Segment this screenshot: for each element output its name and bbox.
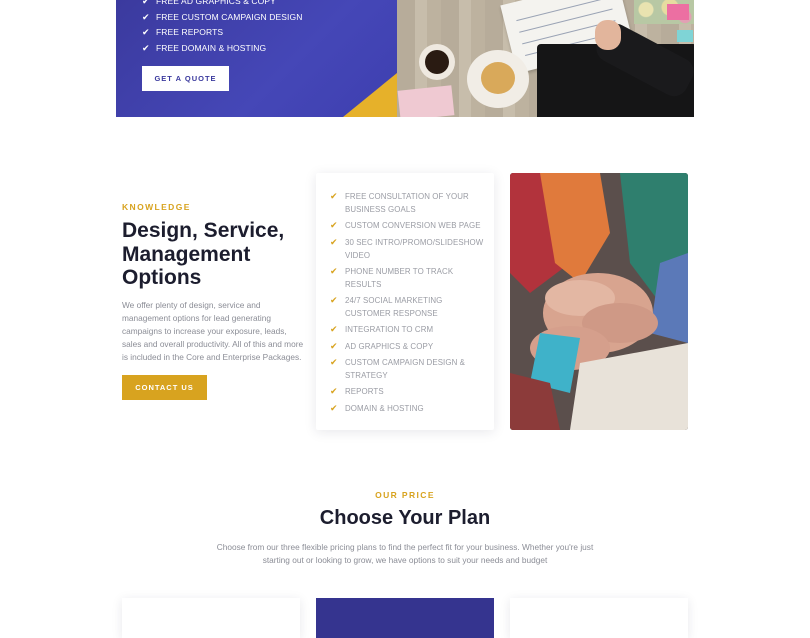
feature-label: REPORTS [345,387,384,397]
feature-label: CUSTOM CONVERSION WEB PAGE [345,221,481,231]
check-icon: ✔ [142,42,150,53]
feature-label: PHONE NUMBER TO TRACK RESULTS [345,266,454,289]
hero-features-panel: ✔ FREE AD GRAPHICS & COPY ✔ FREE CUSTOM CA… [116,0,397,117]
list-item: ✔ CUSTOM CAMPAIGN DESIGN & STRATEGY [330,356,490,382]
section-description: We offer plenty of design, service and m… [122,300,304,362]
hero-feature-label: FREE CUSTOM CAMPAIGN DESIGN [156,11,303,22]
check-icon: ✔ [142,0,150,6]
check-icon: ✔ [330,265,338,276]
list-item: ✔ FREE REPORTS [142,25,302,41]
check-icon: ✔ [330,402,338,413]
list-item: ✔ 30 SEC INTRO/PROMO/SLIDESHOW VIDEO [330,236,490,262]
section-description: Choose from our three flexible pricing p… [216,542,594,565]
list-item: ✔ FREE AD GRAPHICS & COPY [142,0,302,10]
check-icon: ✔ [330,324,338,335]
list-item: ✔ 24/7 SOCIAL MARKETING CUSTOMER RESPONSE [330,294,490,320]
feature-list: ✔ FREE CONSULTATION OF YOUR BUSINESS GOAL… [330,190,490,418]
hero-feature-label: FREE REPORTS [156,27,224,37]
decorative-triangle [343,73,397,117]
feature-label: AD GRAPHICS & COPY [345,341,434,351]
list-item: ✔ REPORTS [330,385,490,398]
check-icon: ✔ [142,11,150,22]
list-item: ✔ PHONE NUMBER TO TRACK RESULTS [330,265,490,291]
feature-label: 24/7 SOCIAL MARKETING CUSTOMER RESPONSE [345,296,443,319]
hero-feature-list: ✔ FREE AD GRAPHICS & COPY ✔ FREE CUSTOM CA… [142,0,302,56]
section-eyebrow: KNOWLEDGE [122,202,191,212]
section-title: Choose Your Plan [319,507,491,529]
feature-label: DOMAIN & HOSTING [345,403,424,413]
pricing-plan-card[interactable] [122,598,300,638]
feature-card: ✔ FREE CONSULTATION OF YOUR BUSINESS GOAL… [316,173,494,430]
list-item: ✔ FREE DOMAIN & HOSTING [142,41,302,57]
section-eyebrow: OUR PRICE [375,490,435,500]
list-item: ✔ DOMAIN & HOSTING [330,402,490,415]
check-icon: ✔ [330,340,338,351]
list-item: ✔ FREE CUSTOM CAMPAIGN DESIGN [142,10,302,26]
check-icon: ✔ [330,236,338,247]
get-a-quote-button[interactable]: GET A QUOTE [142,66,229,91]
list-item: ✔ FREE CONSULTATION OF YOUR BUSINESS GOAL… [330,190,490,216]
feature-label: CUSTOM CAMPAIGN DESIGN & STRATEGY [345,358,466,381]
list-item: ✔ CUSTOM CONVERSION WEB PAGE [330,219,490,232]
check-icon: ✔ [330,357,338,368]
feature-label: INTEGRATION TO CRM [345,325,434,335]
check-icon: ✔ [330,191,338,201]
section-title: Design, Service, Management Options [122,219,285,289]
team-hands-photo [510,173,688,430]
check-icon: ✔ [142,27,150,37]
feature-label: FREE CONSULTATION OF YOUR BUSINESS GOALS [345,192,469,214]
check-icon: ✔ [330,295,338,306]
check-icon: ✔ [330,220,338,231]
hero-banner: ✔ FREE AD GRAPHICS & COPY ✔ FREE CUSTOM CA… [116,0,694,117]
hero-feature-label: FREE AD GRAPHICS & COPY [156,0,276,6]
list-item: ✔ INTEGRATION TO CRM [330,323,490,336]
feature-label: 30 SEC INTRO/PROMO/SLIDESHOW VIDEO [345,237,484,260]
workspace-photo [397,0,694,117]
list-item: ✔ AD GRAPHICS & COPY [330,340,490,353]
check-icon: ✔ [330,386,338,397]
contact-us-button[interactable]: CONTACT US [122,375,207,400]
hero-feature-label: FREE DOMAIN & HOSTING [156,42,267,53]
pricing-plan-card[interactable] [510,598,688,638]
pricing-plan-card-featured[interactable] [316,598,494,638]
